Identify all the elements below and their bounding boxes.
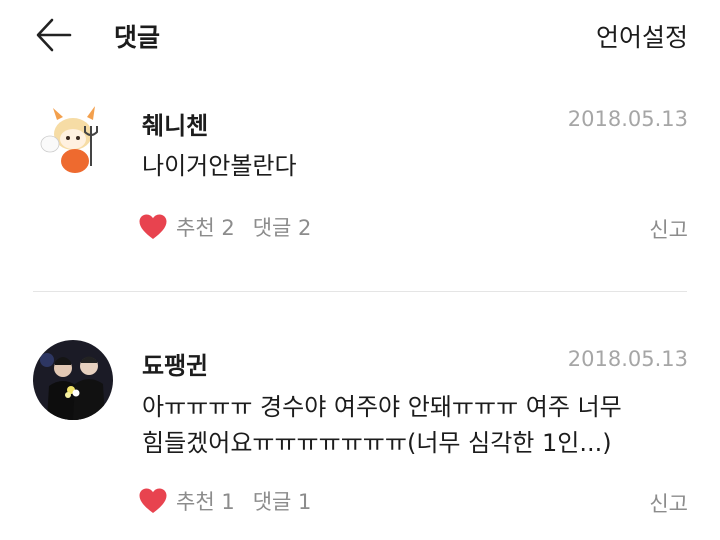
like-button[interactable]: 추천 2: [138, 212, 235, 242]
comment-author[interactable]: 됴팽귄: [142, 346, 208, 381]
like-count: 추천 2: [176, 216, 235, 240]
comment-text: 아ㅠㅠㅠㅠ 경수야 여주야 안돼ㅠㅠㅠ 여주 너무 힘들겠어요ㅠㅠㅠㅠㅠㅠㅠ(너…: [142, 389, 702, 461]
page-title: 댓글: [114, 23, 161, 52]
comment-item: 췌니첸 2018.05.13 나이거안볼란다 추천 2 댓글 2 신고: [0, 90, 720, 290]
comment-date: 2018.05.13: [567, 107, 688, 131]
back-button[interactable]: [30, 14, 76, 56]
reply-button[interactable]: 댓글 1: [253, 486, 312, 516]
comment-text-line: 아ㅠㅠㅠㅠ 경수야 여주야 안돼ㅠㅠㅠ 여주 너무: [142, 393, 622, 421]
like-button[interactable]: 추천 1: [138, 486, 235, 516]
avatar[interactable]: [33, 340, 113, 420]
avatar-devil-character-image: [33, 100, 113, 180]
avatar-photo-image: [33, 340, 113, 420]
comment-text-line: 힘들겠어요ㅠㅠㅠㅠㅠㅠㅠ(너무 심각한 1인...): [142, 429, 612, 457]
comment-actions: 추천 1 댓글 1: [138, 484, 311, 518]
comment-author[interactable]: 췌니첸: [142, 106, 208, 141]
arrow-left-icon: [36, 18, 72, 52]
avatar[interactable]: [33, 100, 113, 180]
reply-button[interactable]: 댓글 2: [253, 212, 312, 242]
comment-date: 2018.05.13: [567, 347, 688, 371]
comment-text: 나이거안볼란다: [142, 148, 702, 184]
report-button[interactable]: 신고: [649, 488, 688, 518]
report-button[interactable]: 신고: [649, 214, 688, 244]
comment-actions: 추천 2 댓글 2: [138, 210, 311, 244]
top-bar: 댓글 언어설정: [0, 0, 720, 72]
language-settings-button[interactable]: 언어설정: [596, 18, 688, 54]
divider: [33, 291, 687, 292]
heart-icon: [139, 214, 167, 239]
heart-icon: [139, 488, 167, 513]
comment-item: 됴팽귄 2018.05.13 아ㅠㅠㅠㅠ 경수야 여주야 안돼ㅠㅠㅠ 여주 너무…: [0, 333, 720, 533]
comment-text-line: 나이거안볼란다: [142, 152, 297, 180]
like-count: 추천 1: [176, 490, 235, 514]
